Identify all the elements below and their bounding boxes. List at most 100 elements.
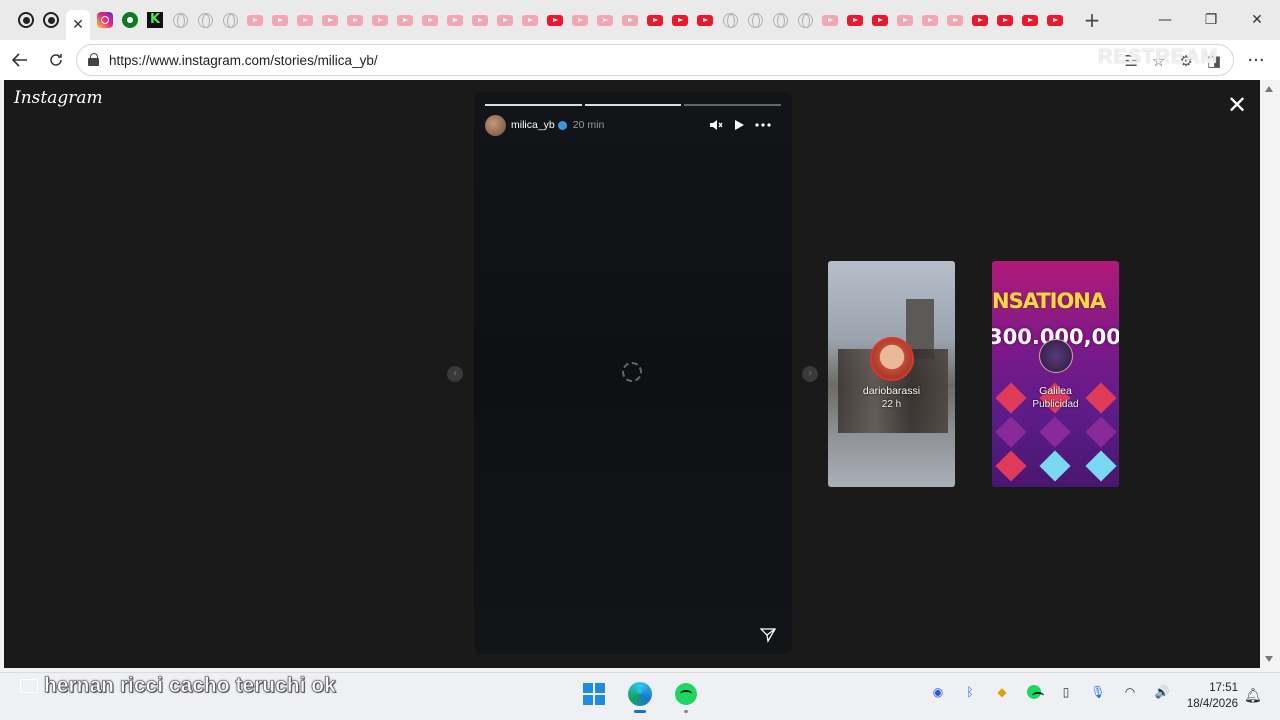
tab-youtube[interactable] bbox=[845, 10, 865, 30]
usb-icon[interactable]: ▯ bbox=[1058, 684, 1074, 700]
send-icon[interactable] bbox=[760, 627, 776, 643]
minimize-button[interactable]: — bbox=[1142, 0, 1188, 40]
tab-active-close[interactable]: ✕ bbox=[66, 10, 90, 40]
tab-record-2[interactable] bbox=[41, 10, 61, 30]
next-story-button[interactable]: › bbox=[802, 366, 818, 382]
record-icon bbox=[43, 12, 59, 28]
tab-youtube[interactable] bbox=[295, 10, 315, 30]
more-options-icon[interactable] bbox=[755, 122, 771, 128]
tab-youtube[interactable] bbox=[270, 10, 290, 30]
tab-youtube[interactable] bbox=[595, 10, 615, 30]
play-icon[interactable] bbox=[733, 119, 745, 131]
globe-icon bbox=[197, 12, 213, 28]
notification-bell-icon[interactable]: 🔔︎ bbox=[1244, 688, 1262, 704]
tab-youtube[interactable] bbox=[570, 10, 590, 30]
tab-youtube[interactable] bbox=[370, 10, 390, 30]
bluetooth-icon[interactable]: ᛒ bbox=[962, 684, 978, 700]
microphone-icon[interactable]: 🎙 bbox=[1090, 684, 1106, 700]
tab-soccer[interactable] bbox=[120, 10, 140, 30]
next-story-thumbnail[interactable]: dariobarassi 22 h bbox=[828, 261, 955, 487]
back-button[interactable] bbox=[2, 42, 38, 78]
instagram-logo[interactable]: Instagram bbox=[14, 88, 103, 108]
youtube-icon bbox=[1047, 14, 1063, 26]
tab-youtube[interactable] bbox=[695, 10, 715, 30]
spotify-icon bbox=[675, 683, 697, 705]
story-controls bbox=[709, 114, 771, 136]
tab-youtube[interactable] bbox=[870, 10, 890, 30]
tab-youtube[interactable] bbox=[970, 10, 990, 30]
tab-youtube[interactable] bbox=[495, 10, 515, 30]
tab-youtube[interactable] bbox=[320, 10, 340, 30]
youtube-icon bbox=[822, 14, 838, 26]
tab-globe[interactable] bbox=[745, 10, 765, 30]
tab-youtube[interactable] bbox=[1020, 10, 1040, 30]
tab-youtube[interactable] bbox=[920, 10, 940, 30]
app-tray-icon[interactable]: ◉ bbox=[930, 684, 946, 700]
ad-banner-text: NSATIONA bbox=[992, 289, 1106, 313]
tab-youtube[interactable] bbox=[995, 10, 1015, 30]
close-window-button[interactable]: ✕ bbox=[1234, 0, 1280, 40]
address-bar[interactable]: https://www.instagram.com/stories/milica… bbox=[76, 44, 1234, 76]
new-tab-button[interactable]: + bbox=[1082, 8, 1102, 32]
tab-kick[interactable]: K bbox=[145, 10, 165, 30]
globe-icon bbox=[747, 12, 763, 28]
gem-icon bbox=[1085, 416, 1117, 448]
previous-story-button[interactable]: ‹ bbox=[447, 366, 463, 382]
youtube-icon bbox=[997, 14, 1013, 26]
reload-button[interactable] bbox=[38, 42, 74, 78]
security-icon[interactable]: ◆ bbox=[994, 684, 1010, 700]
tab-globe[interactable] bbox=[795, 10, 815, 30]
tab-youtube[interactable] bbox=[445, 10, 465, 30]
taskbar-clock[interactable]: 17:51 18/4/2026 bbox=[1176, 680, 1238, 712]
tab-youtube[interactable] bbox=[470, 10, 490, 30]
tab-globe[interactable] bbox=[720, 10, 740, 30]
tab-globe[interactable] bbox=[195, 10, 215, 30]
youtube-icon bbox=[397, 14, 413, 26]
volume-icon[interactable]: 🔊 bbox=[1154, 684, 1170, 700]
settings-more-button[interactable]: ··· bbox=[1240, 44, 1272, 76]
tab-youtube[interactable] bbox=[670, 10, 690, 30]
spotify-tray-icon[interactable] bbox=[1026, 684, 1044, 700]
tab-globe[interactable] bbox=[770, 10, 790, 30]
tab-youtube[interactable] bbox=[1045, 10, 1065, 30]
close-story-button[interactable]: ✕ bbox=[1226, 93, 1248, 117]
scroll-down-icon[interactable] bbox=[1265, 656, 1273, 662]
tab-youtube[interactable] bbox=[395, 10, 415, 30]
sponsored-label: Publicidad bbox=[1032, 399, 1079, 410]
url-text[interactable]: https://www.instagram.com/stories/milica… bbox=[109, 53, 378, 68]
tab-youtube[interactable] bbox=[420, 10, 440, 30]
avatar[interactable] bbox=[485, 114, 506, 136]
lock-icon[interactable] bbox=[87, 53, 101, 67]
globe-icon bbox=[797, 12, 813, 28]
tab-globe[interactable] bbox=[170, 10, 190, 30]
scroll-up-icon[interactable] bbox=[1265, 86, 1273, 92]
tab-youtube[interactable] bbox=[345, 10, 365, 30]
youtube-icon bbox=[922, 14, 938, 26]
youtube-icon bbox=[297, 14, 313, 26]
next-story-username: dariobarassi bbox=[862, 385, 921, 397]
tab-youtube[interactable] bbox=[520, 10, 540, 30]
story-username[interactable]: milica_yb bbox=[511, 119, 555, 131]
scrollbar[interactable] bbox=[1260, 80, 1280, 668]
start-button[interactable] bbox=[580, 680, 608, 708]
tab-instagram[interactable] bbox=[95, 10, 115, 30]
tab-globe[interactable] bbox=[220, 10, 240, 30]
tab-youtube[interactable] bbox=[545, 10, 565, 30]
tab-youtube[interactable] bbox=[820, 10, 840, 30]
progress-segment bbox=[684, 104, 782, 106]
tab-youtube[interactable] bbox=[945, 10, 965, 30]
story-card[interactable]: milica_yb 20 min bbox=[474, 92, 792, 654]
mute-icon[interactable] bbox=[709, 118, 723, 132]
tab-youtube[interactable] bbox=[620, 10, 640, 30]
reload-icon bbox=[50, 54, 62, 66]
spotify-taskbar-button[interactable] bbox=[672, 680, 700, 713]
next-story-thumbnail[interactable]: NSATIONA 300.000,00 Galilea Publicidad bbox=[992, 261, 1119, 487]
tab-youtube[interactable] bbox=[245, 10, 265, 30]
tab-record[interactable] bbox=[16, 10, 36, 30]
restore-button[interactable]: ❐ bbox=[1188, 0, 1234, 40]
edge-taskbar-button[interactable] bbox=[626, 680, 654, 713]
wifi-icon[interactable]: ◠ bbox=[1122, 684, 1138, 700]
soccer-ball-icon bbox=[122, 12, 138, 28]
tab-youtube[interactable] bbox=[895, 10, 915, 30]
tab-youtube[interactable] bbox=[645, 10, 665, 30]
